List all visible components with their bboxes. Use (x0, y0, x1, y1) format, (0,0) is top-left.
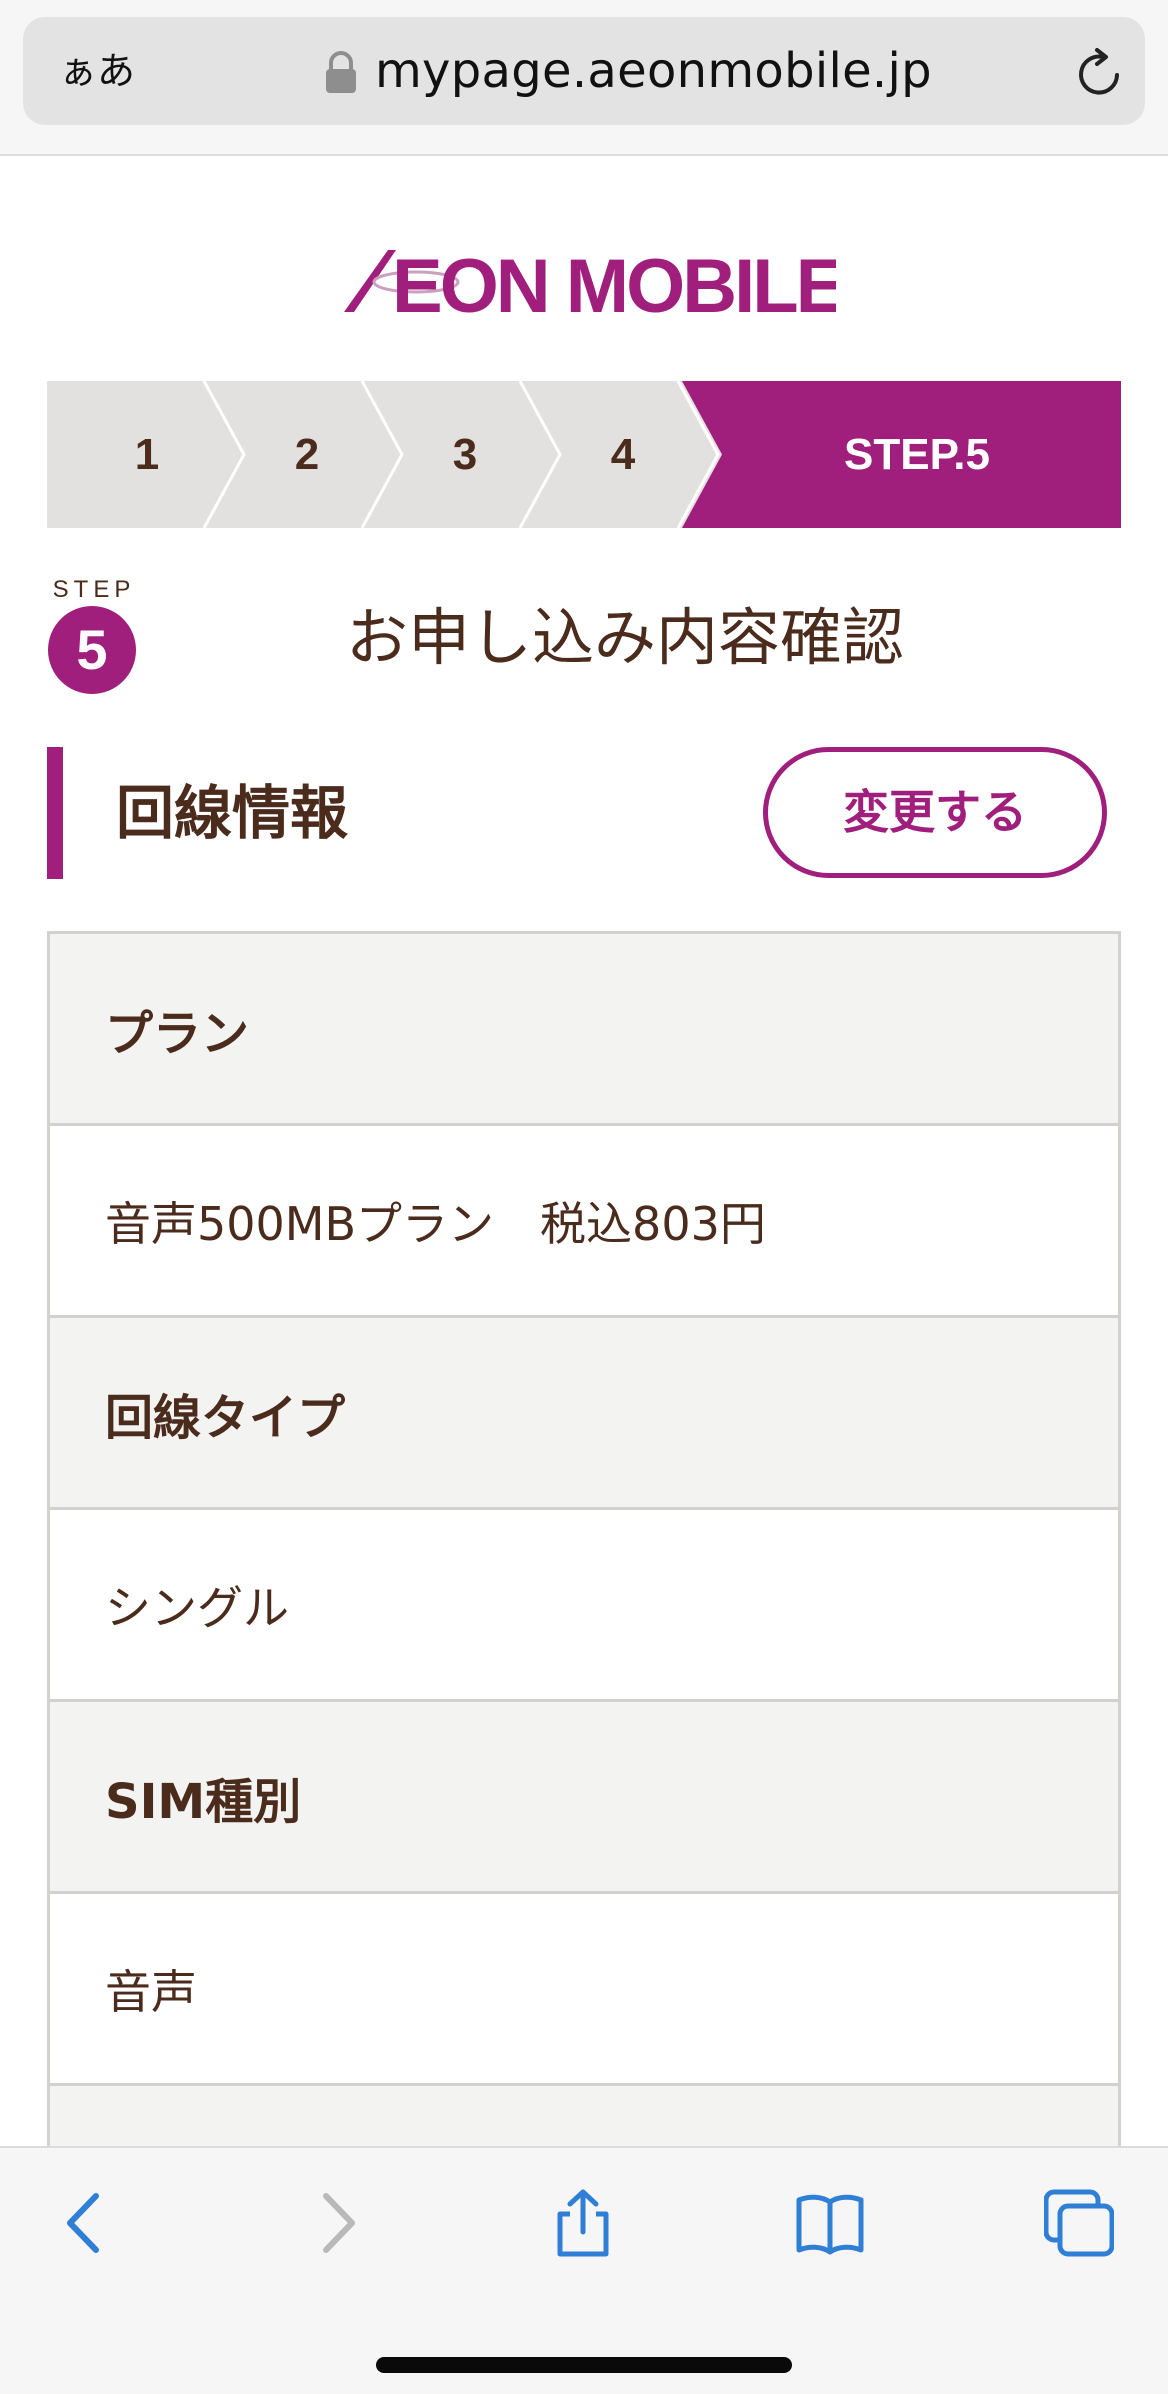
table-row-value: 音声500MBプラン 税込803円 (50, 1126, 1118, 1318)
address-bar[interactable]: ぁあ mypage.aeonmobile.jp (23, 17, 1145, 125)
progress-stepper: 1 2 3 4 STEP.5 (47, 381, 1121, 528)
step-2: 2 (294, 430, 320, 479)
step-3: 3 (452, 430, 478, 479)
home-indicator (376, 2357, 792, 2373)
page-title: お申し込み内容確認 (345, 601, 904, 674)
table-row-label: SIM種別 (50, 1702, 1118, 1894)
bookmarks-icon[interactable] (795, 2188, 865, 2258)
step-badge: STEP 5 (46, 576, 142, 696)
table-row-value: シングル (50, 1510, 1118, 1702)
section-accent-bar (47, 747, 63, 879)
share-icon[interactable] (548, 2188, 618, 2258)
forward-icon[interactable] (302, 2188, 372, 2258)
section-title: 回線情報 (116, 779, 349, 847)
back-icon[interactable] (50, 2188, 120, 2258)
line-info-table: プラン 音声500MBプラン 税込803円 回線タイプ シングル SIM種別 音… (47, 931, 1121, 2278)
browser-top-bar: ぁあ mypage.aeonmobile.jp (0, 0, 1168, 156)
url-text[interactable]: mypage.aeonmobile.jp (375, 39, 932, 103)
step-5-active: STEP.5 (844, 430, 990, 479)
reload-icon[interactable] (1073, 47, 1127, 101)
tabs-icon[interactable] (1044, 2188, 1114, 2258)
change-button[interactable]: 変更する (763, 747, 1107, 878)
step-1: 1 (134, 430, 160, 479)
table-row-label: プラン (50, 934, 1118, 1126)
step-badge-label: STEP (52, 576, 136, 603)
table-row-label: 回線タイプ (50, 1318, 1118, 1510)
step-badge-number: 5 (48, 606, 136, 694)
step-4: 4 (610, 430, 636, 479)
table-row-value: 音声 (50, 1894, 1118, 2086)
svg-text:EON MOBILE: EON MOBILE (392, 244, 836, 329)
aeon-mobile-logo: EON MOBILE (344, 244, 836, 329)
lock-icon (326, 51, 356, 93)
reader-aa-button[interactable]: ぁあ (59, 43, 135, 99)
